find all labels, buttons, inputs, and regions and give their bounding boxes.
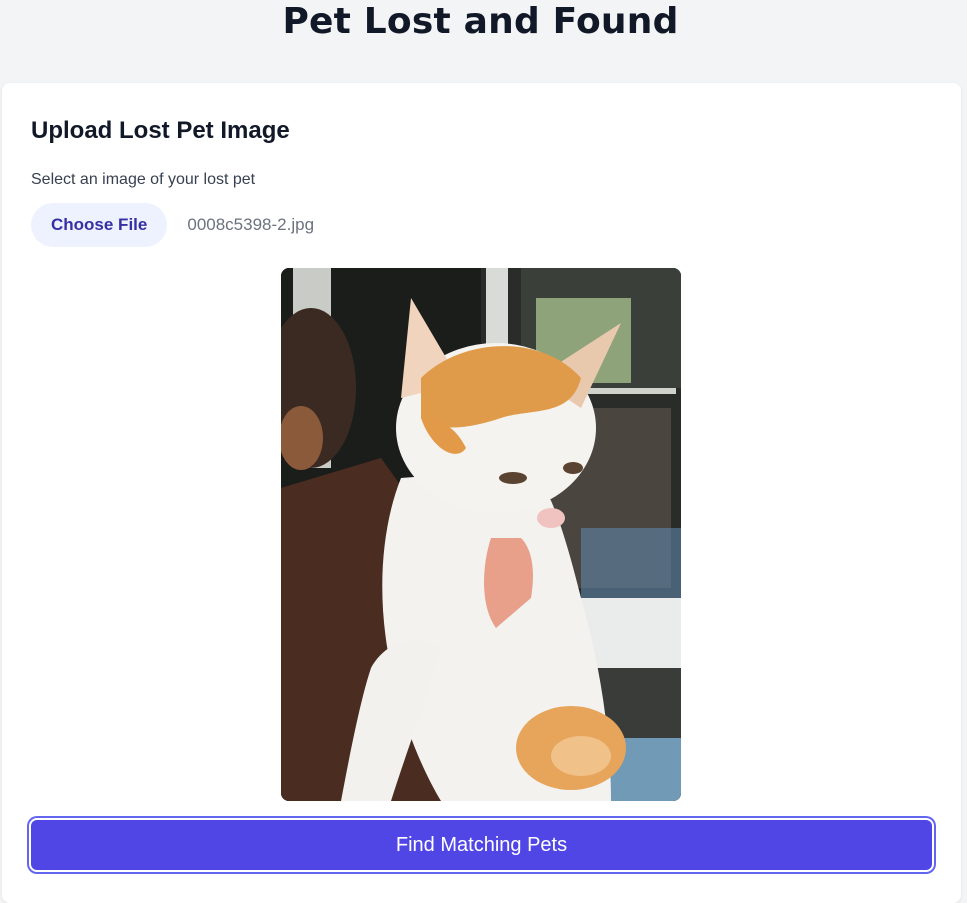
page-title: Pet Lost and Found	[282, 1, 679, 42]
cat-photo-preview	[281, 268, 681, 801]
file-input-label: Select an image of your lost pet	[31, 171, 256, 188]
choose-file-button[interactable]: Choose File	[31, 203, 168, 247]
upload-heading: Upload Lost Pet Image	[31, 117, 290, 144]
file-input[interactable]: Choose File 0008c5398-2.jpg	[31, 202, 314, 248]
find-matching-pets-button[interactable]: Find Matching Pets	[29, 818, 934, 872]
image-preview	[281, 268, 681, 801]
selected-file-name: 0008c5398-2.jpg	[187, 215, 315, 234]
upload-card: Upload Lost Pet Image Select an image of…	[2, 83, 961, 903]
